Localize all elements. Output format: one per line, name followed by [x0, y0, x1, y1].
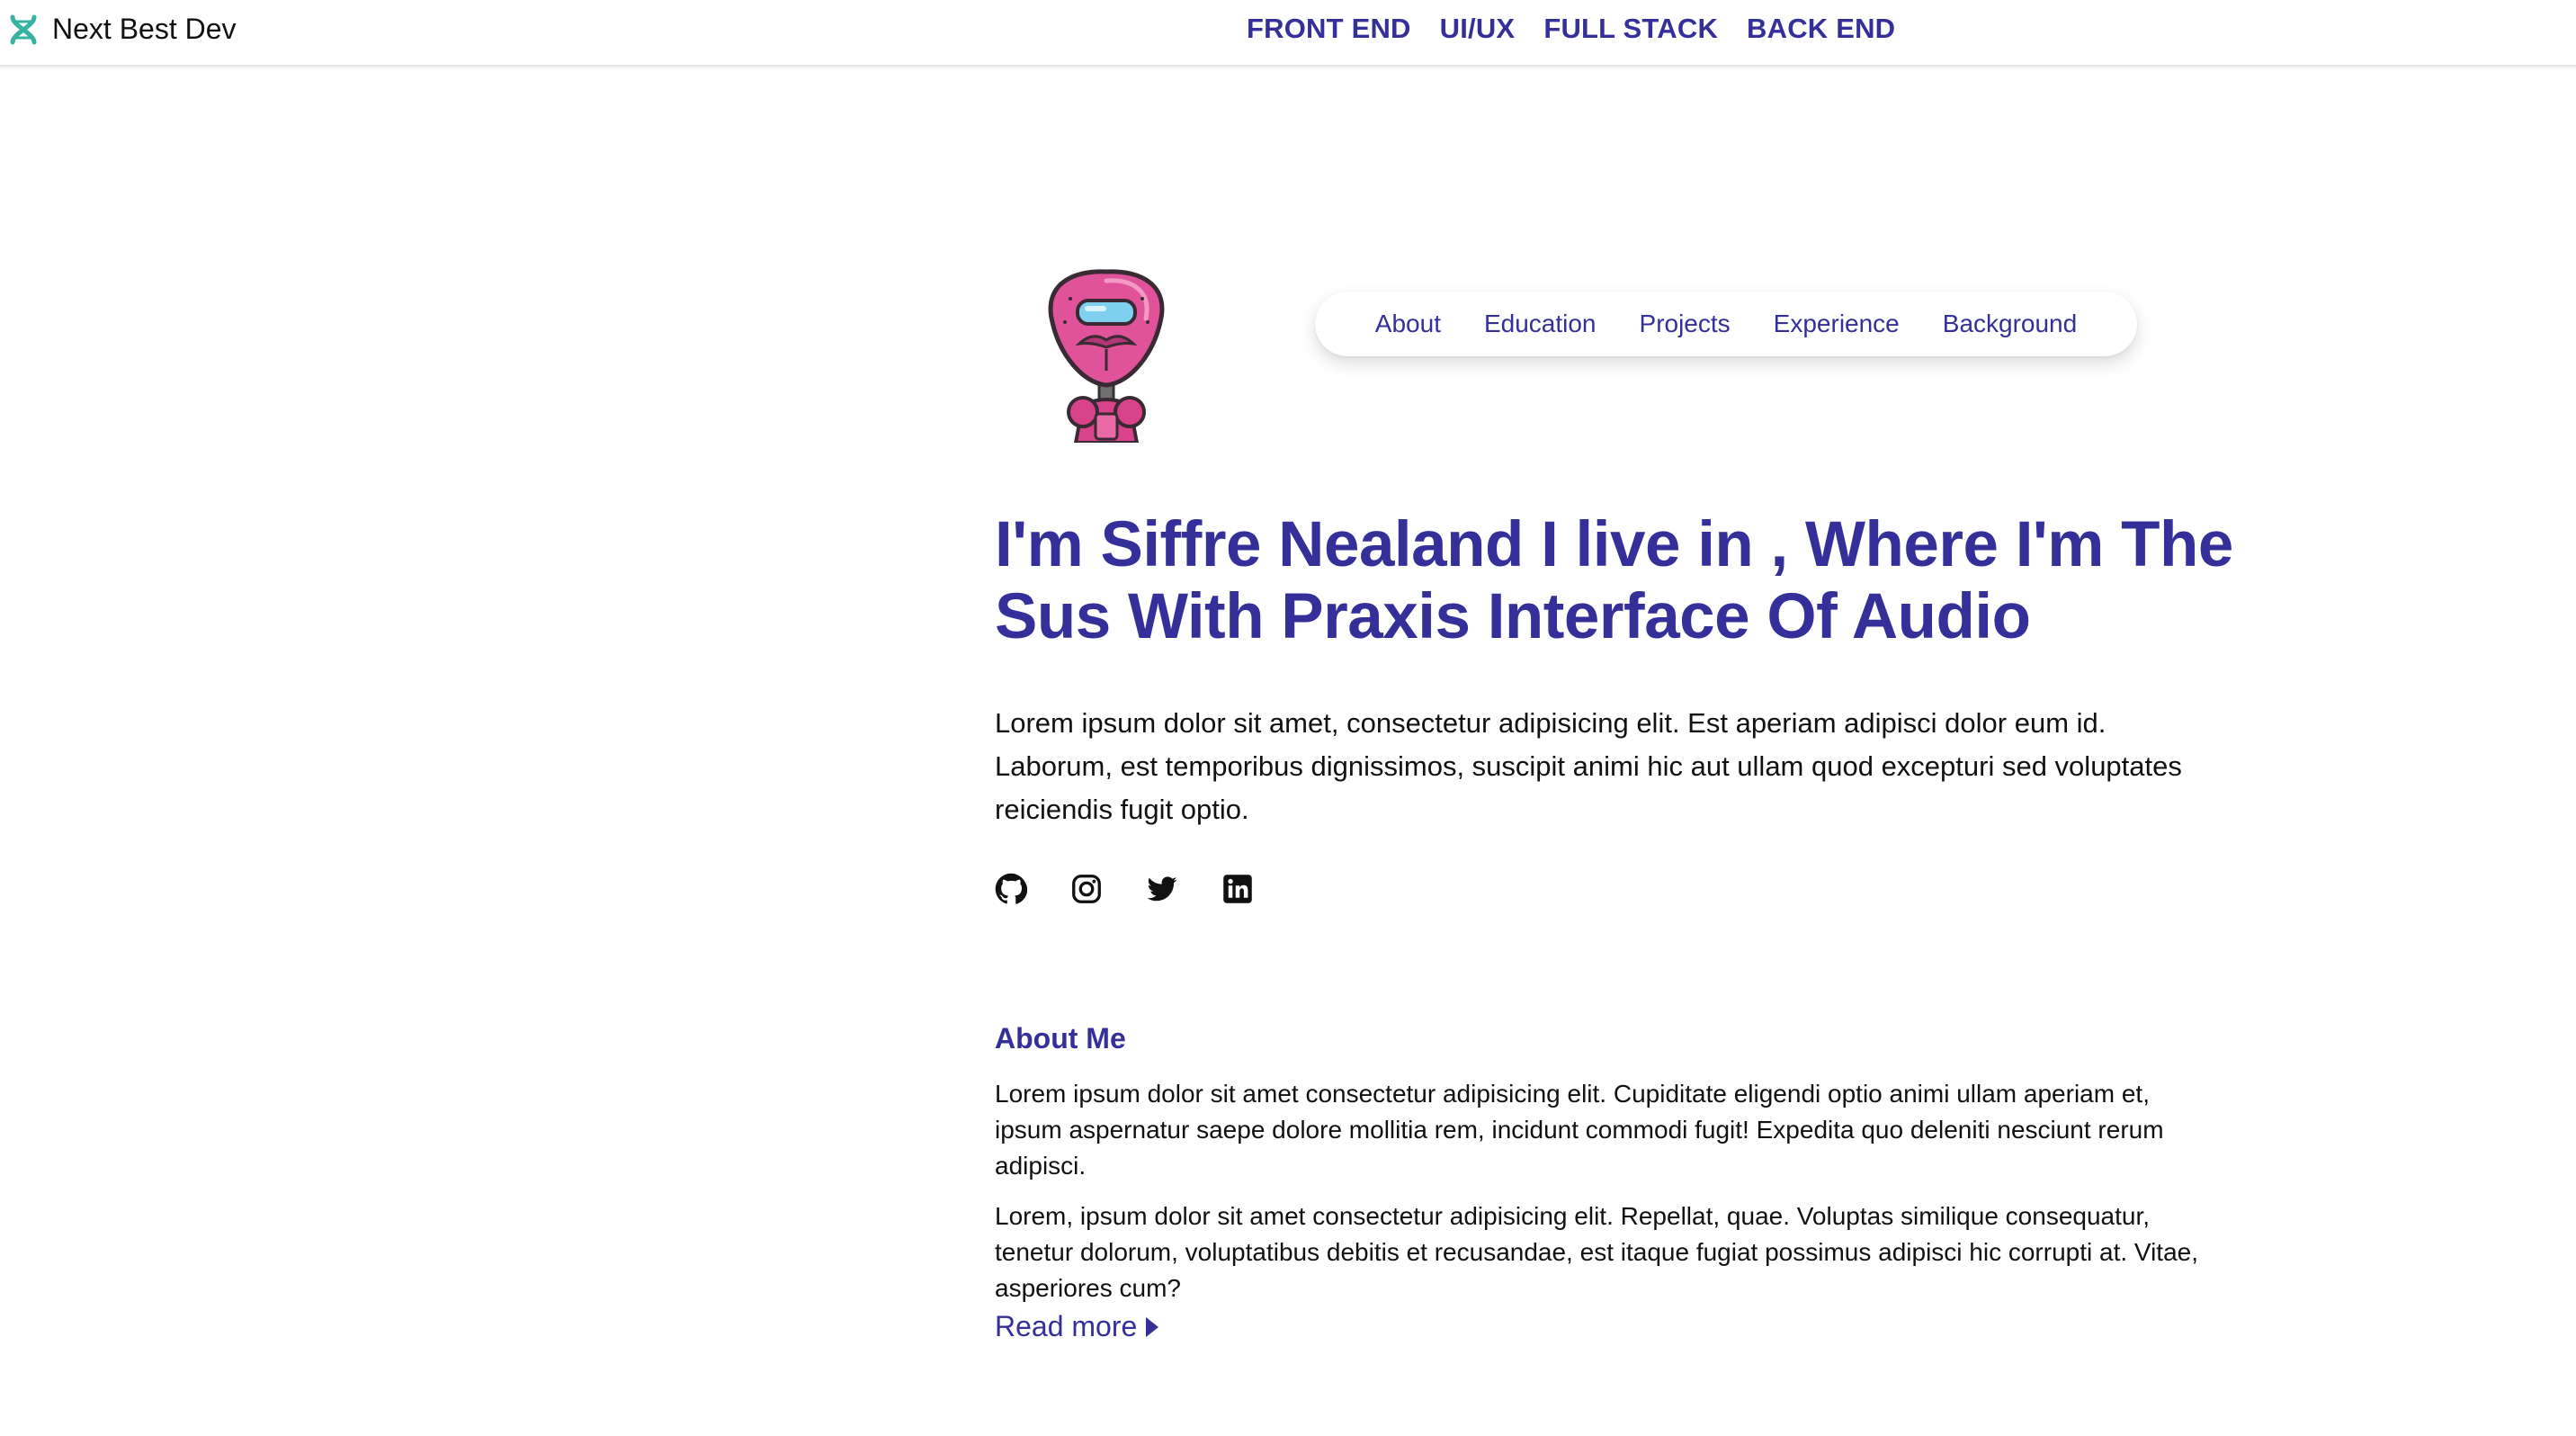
robot-avatar: [1043, 268, 1169, 444]
hero-title: I'm Siffre Nealand I live in , Where I'm…: [995, 509, 2233, 652]
section-link-projects[interactable]: Projects: [1640, 310, 1731, 338]
linkedin-icon[interactable]: [1221, 873, 1254, 905]
about-paragraph-1: Lorem ipsum dolor sit amet consectetur a…: [995, 1080, 2164, 1180]
brand-name: Next Best Dev: [52, 13, 237, 45]
section-link-about[interactable]: About: [1375, 310, 1441, 338]
dna-logo-icon: [7, 13, 40, 46]
nav-link-full-stack[interactable]: FULL STACK: [1543, 13, 1718, 45]
section-nav: About Education Projects Experience Back…: [1315, 292, 2137, 356]
top-nav: FRONT END UI/UX FULL STACK BACK END: [1247, 13, 1895, 45]
nav-link-back-end[interactable]: BACK END: [1747, 13, 1895, 45]
nav-link-front-end[interactable]: FRONT END: [1247, 13, 1411, 45]
read-more-label: Read more: [995, 1310, 1138, 1342]
brand[interactable]: Next Best Dev: [7, 13, 237, 46]
instagram-icon[interactable]: [1070, 873, 1103, 905]
caret-right-icon: [1146, 1316, 1159, 1337]
read-more-link[interactable]: Read more: [995, 1310, 1159, 1343]
twitter-icon[interactable]: [1146, 873, 1178, 905]
hero-description: Lorem ipsum dolor sit amet, consectetur …: [995, 707, 2182, 825]
about-paragraph-2: Lorem, ipsum dolor sit amet consectetur …: [995, 1202, 2199, 1302]
about-heading: About Me: [995, 1022, 1126, 1055]
github-icon[interactable]: [995, 873, 1027, 905]
nav-link-ui-ux[interactable]: UI/UX: [1440, 13, 1516, 45]
section-link-experience[interactable]: Experience: [1774, 310, 1900, 338]
section-link-education[interactable]: Education: [1484, 310, 1597, 338]
section-link-background[interactable]: Background: [1943, 310, 2077, 338]
top-navbar: Next Best Dev FRONT END UI/UX FULL STACK…: [0, 0, 2576, 67]
social-links: [995, 873, 1254, 905]
